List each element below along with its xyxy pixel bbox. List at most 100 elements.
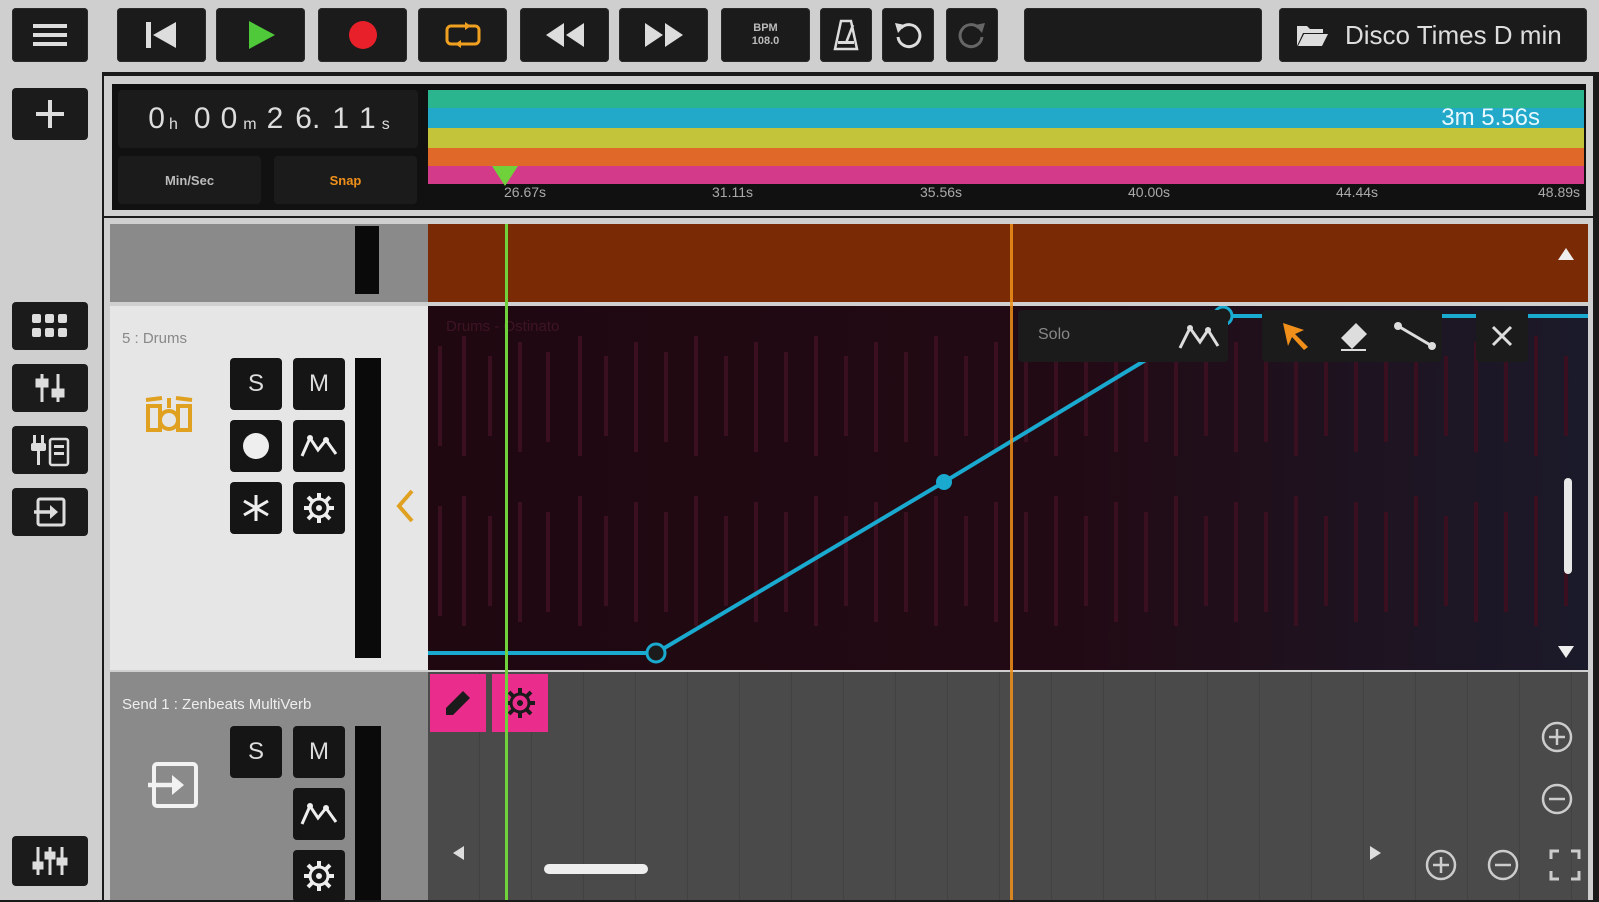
automation-param-selector[interactable]: Solo	[1018, 310, 1228, 362]
scroll-up-icon[interactable]	[1556, 246, 1576, 262]
song-overview[interactable]: 3m 5.56s	[428, 90, 1584, 184]
zoom-fit-icon[interactable]	[1548, 848, 1582, 882]
select-pointer-icon[interactable]	[1280, 320, 1312, 352]
menu-button[interactable]	[12, 8, 88, 62]
drums-mute-label: M	[309, 370, 329, 397]
scroll-down-icon[interactable]	[1556, 644, 1576, 660]
gear-icon	[304, 861, 334, 891]
close-icon	[1491, 325, 1513, 347]
drums-mute-button[interactable]: M	[293, 358, 345, 410]
overview-strip-4	[428, 148, 1584, 166]
eraser-icon[interactable]	[1338, 320, 1370, 352]
send-lane[interactable]	[428, 672, 1588, 900]
loop-marker-line	[1010, 224, 1013, 900]
track-header-collapsed[interactable]	[110, 224, 428, 302]
redo-button[interactable]	[946, 8, 998, 62]
send-track-header[interactable]: Send 1 : Zenbeats MultiVerb S M	[110, 672, 428, 902]
zoom-in-horizontal-icon[interactable]	[1424, 848, 1458, 882]
drums-solo-label: S	[247, 370, 264, 397]
scroll-right-icon[interactable]	[1366, 844, 1384, 862]
horizontal-scrollbar[interactable]	[544, 864, 648, 874]
loop-button[interactable]	[418, 8, 507, 62]
mixer-view-button[interactable]	[12, 836, 88, 886]
play-button[interactable]	[216, 8, 305, 62]
drums-track-header[interactable]: 5 : Drums S M	[110, 306, 428, 670]
snap-label: Snap	[329, 172, 362, 188]
drums-automation-button[interactable]	[293, 420, 345, 472]
record-icon	[348, 21, 377, 49]
project-button[interactable]: Disco Times D min	[1279, 8, 1587, 62]
rewind-button[interactable]	[520, 8, 609, 62]
send-solo-button[interactable]: S	[230, 726, 282, 778]
audio-region[interactable]	[428, 224, 1588, 302]
drums-level-meter	[355, 358, 381, 658]
send-solo-label: S	[247, 738, 264, 765]
go-to-start-button[interactable]	[117, 8, 206, 62]
send-track-name: Send 1 : Zenbeats MultiVerb	[122, 696, 312, 713]
time-sec-unit: s	[381, 116, 390, 133]
drums-settings-button[interactable]	[293, 482, 345, 534]
ruler-tick-4: 40.00s	[1128, 184, 1171, 200]
send-settings-button[interactable]	[293, 850, 345, 902]
min-sec-button[interactable]: Min/Sec	[118, 156, 261, 204]
automation-curve-icon	[1178, 325, 1220, 349]
send-mute-label: M	[309, 738, 329, 765]
collapse-chevron-icon[interactable]	[394, 488, 416, 524]
fast-forward-button[interactable]	[619, 8, 708, 62]
drums-freeze-button[interactable]	[230, 482, 282, 534]
snap-button[interactable]: Snap	[274, 156, 417, 204]
input-button[interactable]	[12, 488, 88, 536]
metronome-icon	[833, 19, 859, 51]
record-button[interactable]	[318, 8, 407, 62]
zoom-out-vertical-icon[interactable]	[1540, 782, 1574, 816]
time-sec-ones: 6.	[295, 102, 321, 135]
time-hours-unit: h	[168, 116, 178, 133]
drums-solo-button[interactable]: S	[230, 358, 282, 410]
redo-icon	[958, 23, 985, 49]
time-display[interactable]: 0 h 0 0 m 2 6. 1 1 s	[118, 90, 418, 148]
drums-lane[interactable]: Drums - Ostinato Solo	[428, 306, 1588, 670]
scroll-left-icon[interactable]	[450, 844, 468, 862]
mixer-button[interactable]	[12, 364, 88, 412]
undo-button[interactable]	[882, 8, 934, 62]
send-mute-button[interactable]: M	[293, 726, 345, 778]
bpm-button[interactable]: BPM 108.0	[721, 8, 810, 62]
drums-record-arm-button[interactable]	[230, 420, 282, 472]
lane-settings-button[interactable]	[492, 674, 548, 732]
overview-strip-2	[428, 108, 1584, 128]
automation-param-label: Solo	[1038, 326, 1071, 343]
drums-track-name: 5 : Drums	[122, 330, 188, 347]
add-track-button[interactable]	[12, 88, 88, 140]
playhead-marker-icon[interactable]	[490, 164, 520, 188]
plugins-button[interactable]	[12, 426, 88, 474]
send-automation-button[interactable]	[293, 788, 345, 840]
metronome-button[interactable]	[820, 8, 872, 62]
overview-strip-1	[428, 90, 1584, 108]
gear-icon	[505, 688, 535, 718]
project-name: Disco Times D min	[1345, 19, 1562, 50]
time-min-ones: 0	[220, 102, 238, 135]
time-min-unit: m	[243, 116, 257, 133]
zoom-in-vertical-icon[interactable]	[1540, 720, 1574, 754]
time-min-tens: 0	[193, 102, 211, 135]
snowflake-icon	[243, 495, 269, 521]
pencil-tool-button[interactable]	[430, 674, 486, 732]
ruler-tick-5: 44.44s	[1336, 184, 1379, 200]
vertical-scrollbar[interactable]	[1564, 478, 1572, 574]
record-arm-icon	[243, 433, 269, 459]
plug-rack-icon	[31, 435, 70, 467]
line-tool-icon[interactable]	[1392, 320, 1438, 352]
zoom-out-horizontal-icon[interactable]	[1486, 848, 1520, 882]
time-tenths: 1	[332, 102, 349, 135]
playhead-line	[505, 224, 508, 900]
timeline-ruler[interactable]: 26.67s 31.11s 35.56s 40.00s 44.44s 48.89…	[428, 184, 1584, 206]
automation-curve-icon	[300, 802, 338, 825]
close-automation-button[interactable]	[1476, 310, 1528, 362]
send-level-meter	[355, 726, 381, 900]
pad-view-button[interactable]	[12, 302, 88, 350]
send-input-icon	[148, 762, 198, 808]
hamburger-icon	[33, 24, 67, 46]
drum-kit-icon	[145, 396, 193, 432]
bpm-value: 108.0	[751, 35, 780, 47]
grid-pads-icon	[32, 314, 67, 337]
